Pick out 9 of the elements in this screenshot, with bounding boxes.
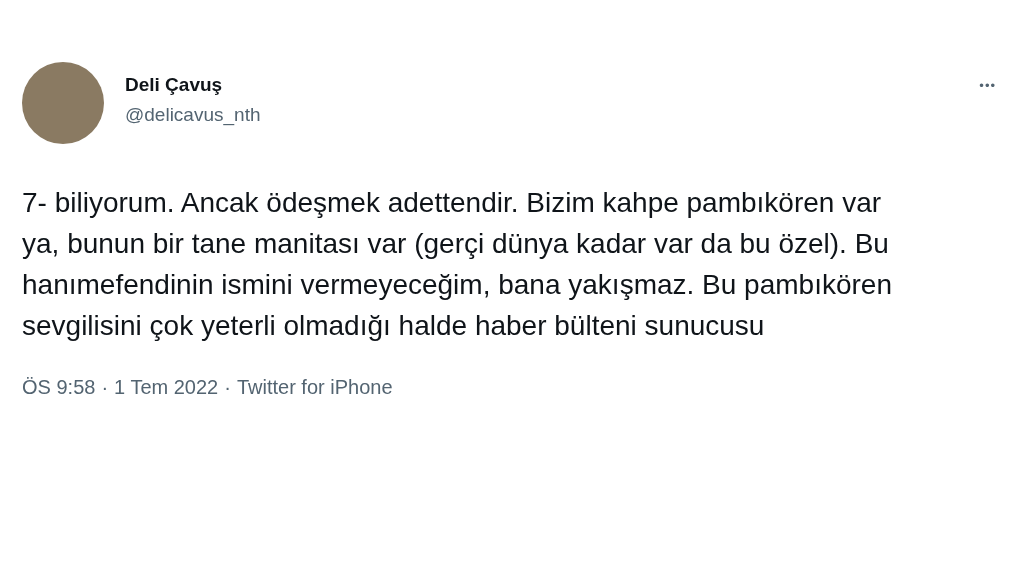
tweet-text: 7- biliyorum. Ancak ödeşmek adettendir. Bizim kahpe pambıkören var ya, bunun bir tane manitası var (gerçi dünya kadar var da bu özel). Bu hanımefendinin ismini vermeyeceğim, bana yakışmaz. Bu pambıkören sevgilisini çok yeterli olmadığı halde haber bülteni sunucusu xyxy=(22,186,893,343)
tweet-date[interactable]: 1 Tem 2022 xyxy=(114,376,219,399)
author-name[interactable]: Deli Çavuş xyxy=(125,74,223,96)
tweet-source[interactable]: Twitter for iPhone xyxy=(236,376,393,399)
author-handle[interactable]: @delicavus_nth xyxy=(125,104,261,126)
more-options-button[interactable]: ••• xyxy=(975,76,1000,95)
separator-dot: · xyxy=(101,376,109,399)
separator-dot: · xyxy=(224,376,231,399)
tweet-time[interactable]: ÖS 9:58 xyxy=(22,376,96,399)
